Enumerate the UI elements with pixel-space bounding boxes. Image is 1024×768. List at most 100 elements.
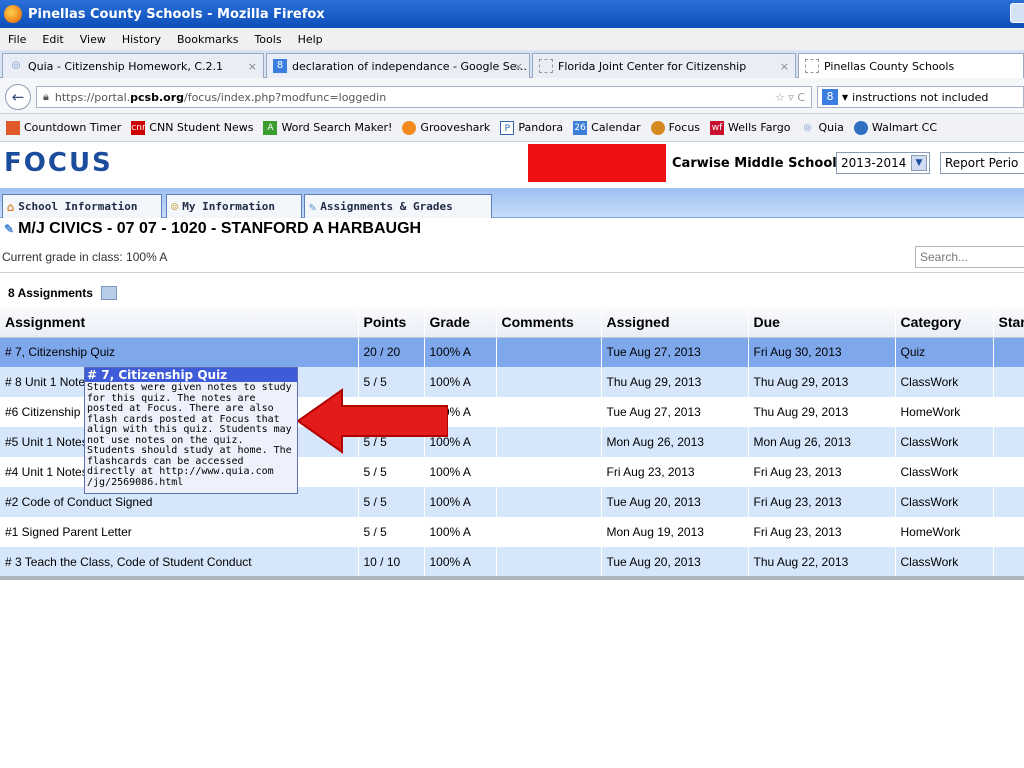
bookmark-word-search[interactable]: A Word Search Maker! [263,120,392,135]
cell-star [993,367,1024,397]
tab-assignments-grades[interactable]: ✎ Assignments & Grades [304,194,492,218]
bookmark-quia[interactable]: ◎ Quia [800,121,844,135]
menu-history[interactable]: History [114,33,169,46]
url-domain: pcsb.org [130,90,184,104]
focus-icon [650,120,665,135]
school-name: Carwise Middle School [672,156,837,171]
close-icon[interactable]: × [514,60,523,73]
cell-assignment[interactable]: #1 Signed Parent Letter [0,517,359,547]
cell-comments [496,547,602,577]
column-header-assigned[interactable]: Assigned [601,307,749,338]
divider [0,272,1024,273]
url-bar[interactable]: 🔒︎ https://portal. pcsb.org/focus/index.p… [36,86,812,108]
cell-category: ClassWork [895,367,994,397]
tab-my-information[interactable]: ☺ My Information [166,194,302,218]
tooltip-body: Students were given notes to study for t… [87,382,298,488]
column-header-star[interactable]: Star [993,307,1024,338]
browser-search-input[interactable]: 8 ▼ instructions not included [817,86,1024,108]
grades-icon: ✎ [309,199,317,214]
search-input[interactable]: Search... [915,246,1024,268]
close-icon[interactable]: × [780,60,789,73]
cell-assigned: Tue Aug 27, 2013 [601,337,749,367]
export-icon[interactable] [100,286,117,300]
bookmark-focus[interactable]: Focus [650,120,700,135]
bookmark-wells-fargo[interactable]: wf Wells Fargo [710,120,790,135]
table-row[interactable]: # 3 Teach the Class, Code of Student Con… [0,547,1024,577]
table-row[interactable]: #1 Signed Parent Letter 5 / 5 100% A Mon… [0,517,1024,547]
menu-edit[interactable]: Edit [34,33,71,46]
cell-category: ClassWork [895,457,994,487]
tab-label: Quia - Citizenship Homework, C.2.1 [28,59,224,73]
table-row[interactable]: # 7, Citizenship Quiz 20 / 20 100% A Tue… [0,337,1024,367]
bookmark-grooveshark[interactable]: Grooveshark [402,120,490,135]
cell-due: Thu Aug 22, 2013 [748,547,896,577]
tab-school-information[interactable]: ⌂ School Information [2,194,162,218]
column-header-due[interactable]: Due [748,307,896,338]
bookmark-walmart[interactable]: Walmart CC [853,120,937,135]
page-icon [539,59,553,73]
cell-assignment[interactable]: # 3 Teach the Class, Code of Student Con… [0,547,359,577]
focus-nav-tabs: ⌂ School Information ☺ My Information ✎ … [0,188,1024,218]
quia-icon: ◎ [803,122,812,133]
cell-star [993,517,1024,547]
bookmark-cnn[interactable]: cnn CNN Student News [131,120,253,135]
grooveshark-icon [402,120,417,135]
bookmark-pandora[interactable]: P Pandora [500,120,563,135]
cell-assignment[interactable]: # 7, Citizenship Quiz [0,337,359,367]
lock-icon: 🔒︎ [43,90,49,103]
column-header-category[interactable]: Category [895,307,994,338]
bookmark-countdown-timer[interactable]: Countdown Timer [6,120,121,135]
window-control-button[interactable] [1010,3,1024,23]
column-header-points[interactable]: Points [358,307,425,338]
school-year-value: 2013-2014 [841,156,907,170]
menu-help[interactable]: Help [290,33,331,46]
assignment-tooltip: # 7, Citizenship Quiz Students were give… [84,367,298,494]
tooltip-title: # 7, Citizenship Quiz [85,368,297,382]
cell-points: 20 / 20 [358,337,425,367]
menu-bar: File Edit View History Bookmarks Tools H… [0,28,1024,50]
cell-comments [496,517,602,547]
cell-due: Fri Aug 23, 2013 [748,457,896,487]
star-icon[interactable]: ☆ ▿ C [775,91,805,104]
menu-file[interactable]: File [0,33,34,46]
red-arrow-annotation [298,388,448,454]
cell-assigned: Tue Aug 20, 2013 [601,547,749,577]
menu-bookmarks[interactable]: Bookmarks [169,33,246,46]
tab-google[interactable]: 8 declaration of independance - Google S… [266,53,530,78]
pandora-icon: P [500,120,515,135]
search-dropdown-icon[interactable]: ▼ [842,93,848,102]
menu-tools[interactable]: Tools [246,33,289,46]
column-header-grade[interactable]: Grade [424,307,497,338]
home-icon: ⌂ [7,199,15,214]
search-value: instructions not included [852,90,989,104]
url-suffix: /focus/index.php?modfunc=loggedin [184,90,387,104]
cell-star [993,397,1024,427]
column-header-assignment[interactable]: Assignment [0,307,359,338]
column-header-comments[interactable]: Comments [496,307,602,338]
menu-view[interactable]: View [72,33,114,46]
report-period-select[interactable]: Report Perio [940,152,1024,174]
cell-comments [496,397,602,427]
focus-header: FOCUS Carwise Middle School 2013-2014 ▼ … [0,142,1024,188]
bookmark-calendar[interactable]: 26 Calendar [573,120,641,135]
tab-quia[interactable]: ◎ Quia - Citizenship Homework, C.2.1 × [2,53,264,78]
cell-assigned: Tue Aug 27, 2013 [601,397,749,427]
firefox-icon [4,5,22,23]
back-button[interactable]: ← [5,84,31,110]
tab-pinellas[interactable]: Pinellas County Schools [798,53,1024,78]
close-icon[interactable]: × [248,60,257,73]
cell-assigned: Tue Aug 20, 2013 [601,487,749,517]
cnn-icon: cnn [131,120,148,135]
cell-grade: 100% A [424,457,497,487]
tab-florida[interactable]: Florida Joint Center for Citizenship × [532,53,796,78]
cell-grade: 100% A [424,547,497,577]
cell-category: ClassWork [895,547,994,577]
timer-icon [6,120,20,135]
report-period-value: Report Perio [945,156,1019,170]
cell-comments [496,367,602,397]
school-year-select[interactable]: 2013-2014 ▼ [836,152,930,174]
window-title: Pinellas County Schools - Mozilla Firefo… [28,6,325,22]
chevron-down-icon[interactable]: ▼ [911,155,927,171]
bookmarks-toolbar: Countdown Timer cnn CNN Student News A Wor… [0,114,1024,142]
arrow-shape [298,388,448,454]
